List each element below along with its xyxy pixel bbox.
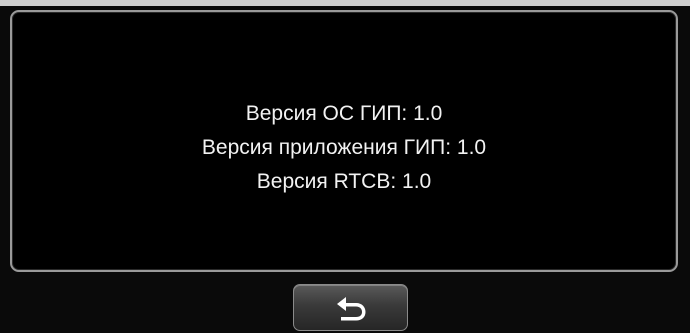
back-arrow-icon — [336, 296, 365, 320]
os-version-text: Версия ОС ГИП: 1.0 — [245, 102, 443, 125]
version-info-list: Версия ОС ГИП: 1.0 Версия приложения ГИП… — [12, 97, 676, 199]
app-version-text: Версия приложения ГИП: 1.0 — [201, 136, 487, 159]
version-info-screen: Версия ОС ГИП: 1.0 Версия приложения ГИП… — [0, 0, 690, 333]
rtcb-version-text: Версия RTCB: 1.0 — [256, 170, 432, 193]
info-panel: Версия ОС ГИП: 1.0 Версия приложения ГИП… — [10, 10, 678, 272]
back-button[interactable] — [293, 284, 408, 331]
top-edge — [0, 0, 690, 6]
